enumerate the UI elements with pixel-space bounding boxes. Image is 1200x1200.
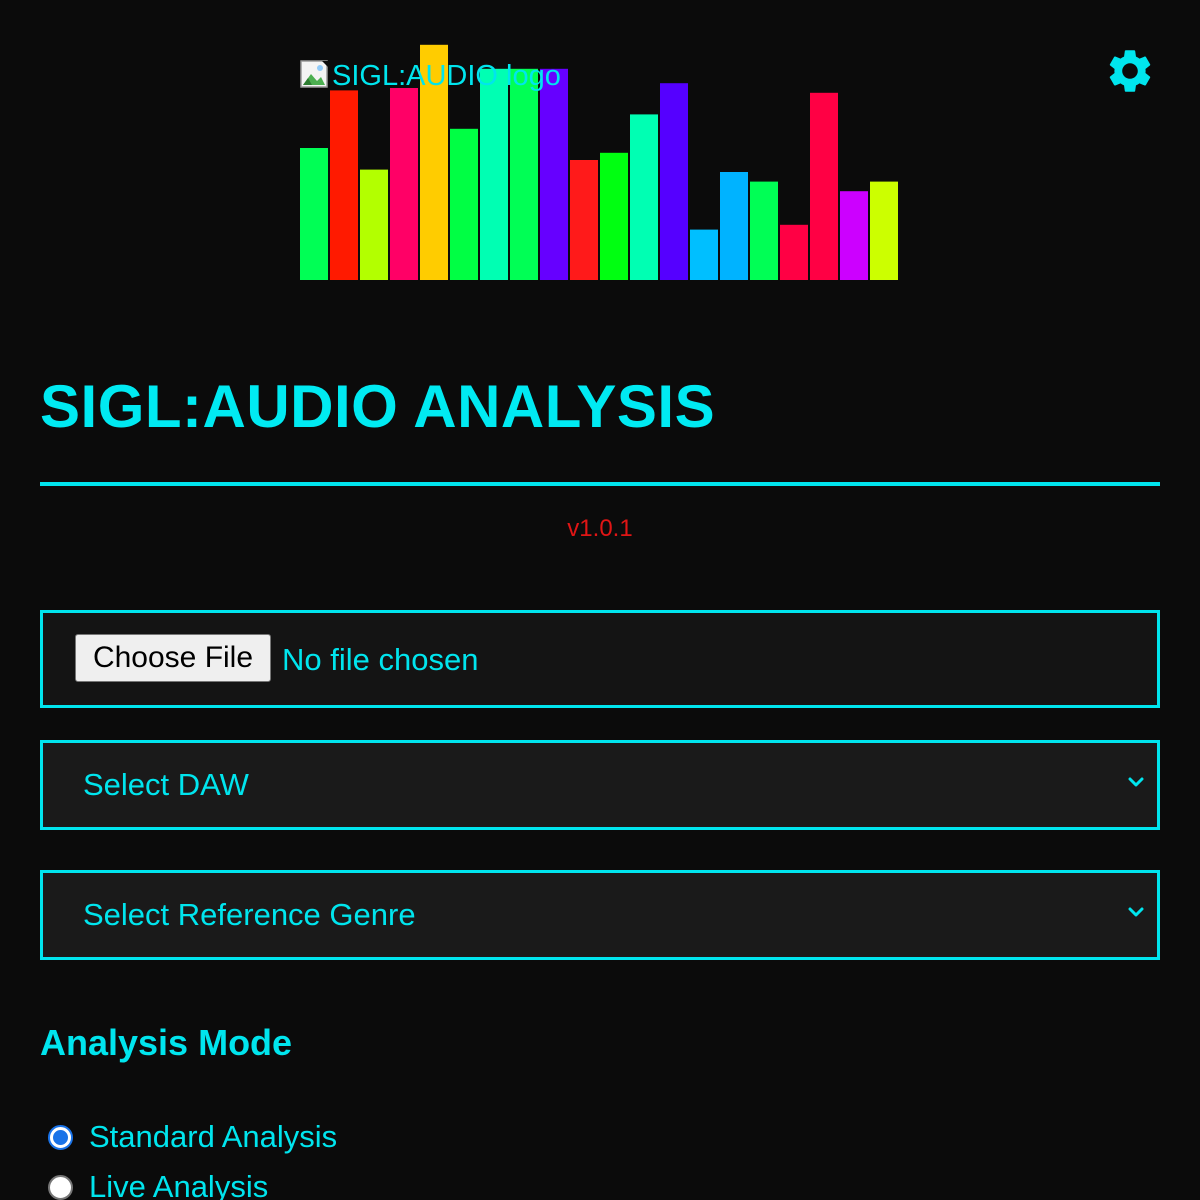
visualizer-bar bbox=[840, 191, 868, 280]
genre-select-value: Select Reference Genre bbox=[83, 897, 416, 932]
visualizer-bar bbox=[330, 90, 358, 280]
visualizer-bar bbox=[360, 169, 388, 280]
daw-select[interactable]: Select DAW bbox=[40, 740, 1160, 830]
choose-file-button[interactable]: Choose File bbox=[75, 634, 271, 682]
radio-live-analysis[interactable]: Live Analysis bbox=[48, 1167, 268, 1200]
visualizer-bar bbox=[870, 181, 898, 280]
file-status-text: No file chosen bbox=[282, 642, 479, 677]
visualizer-bar bbox=[810, 92, 838, 280]
visualizer-bar bbox=[480, 68, 508, 280]
logo-alt-text: SIGL:AUDIO logo bbox=[332, 60, 561, 92]
broken-image-icon bbox=[300, 60, 332, 88]
visualizer-bar bbox=[300, 148, 328, 280]
page-title: SIGL:AUDIO ANALYSIS bbox=[40, 373, 716, 440]
genre-select[interactable]: Select Reference Genre bbox=[40, 870, 1160, 960]
app-page: SIGL:AUDIO logo SIGL:AUDIO ANALYSIS v1.0… bbox=[0, 0, 1200, 1200]
file-input[interactable]: Choose File No file chosen bbox=[40, 610, 1160, 708]
radio-label: Live Analysis bbox=[89, 1169, 269, 1200]
chevron-down-icon bbox=[1128, 777, 1144, 787]
visualizer-bar bbox=[510, 68, 538, 280]
analysis-mode-heading: Analysis Mode bbox=[40, 1022, 293, 1063]
radio-standard-analysis[interactable]: Standard Analysis bbox=[48, 1117, 337, 1157]
visualizer-bar bbox=[450, 128, 478, 280]
radio-button-checked[interactable] bbox=[48, 1124, 73, 1150]
visualizer-bar bbox=[540, 68, 568, 280]
radio-label: Standard Analysis bbox=[89, 1119, 338, 1154]
daw-select-value: Select DAW bbox=[83, 767, 249, 802]
visualizer-bar bbox=[390, 88, 418, 280]
visualizer-bar bbox=[660, 83, 688, 280]
visualizer-bar bbox=[720, 172, 748, 280]
chevron-down-icon bbox=[1128, 907, 1144, 917]
visualizer-bar bbox=[780, 224, 808, 280]
visualizer-bar bbox=[630, 114, 658, 280]
logo: SIGL:AUDIO logo bbox=[300, 60, 561, 96]
title-divider bbox=[40, 482, 1160, 486]
visualizer-bar bbox=[750, 181, 778, 280]
radio-button-unchecked[interactable] bbox=[48, 1174, 73, 1200]
version-label: v1.0.1 bbox=[567, 515, 633, 542]
visualizer-bar bbox=[570, 160, 598, 280]
visualizer-bar bbox=[600, 152, 628, 280]
visualizer-bar bbox=[690, 229, 718, 280]
gear-icon[interactable] bbox=[1104, 45, 1156, 97]
